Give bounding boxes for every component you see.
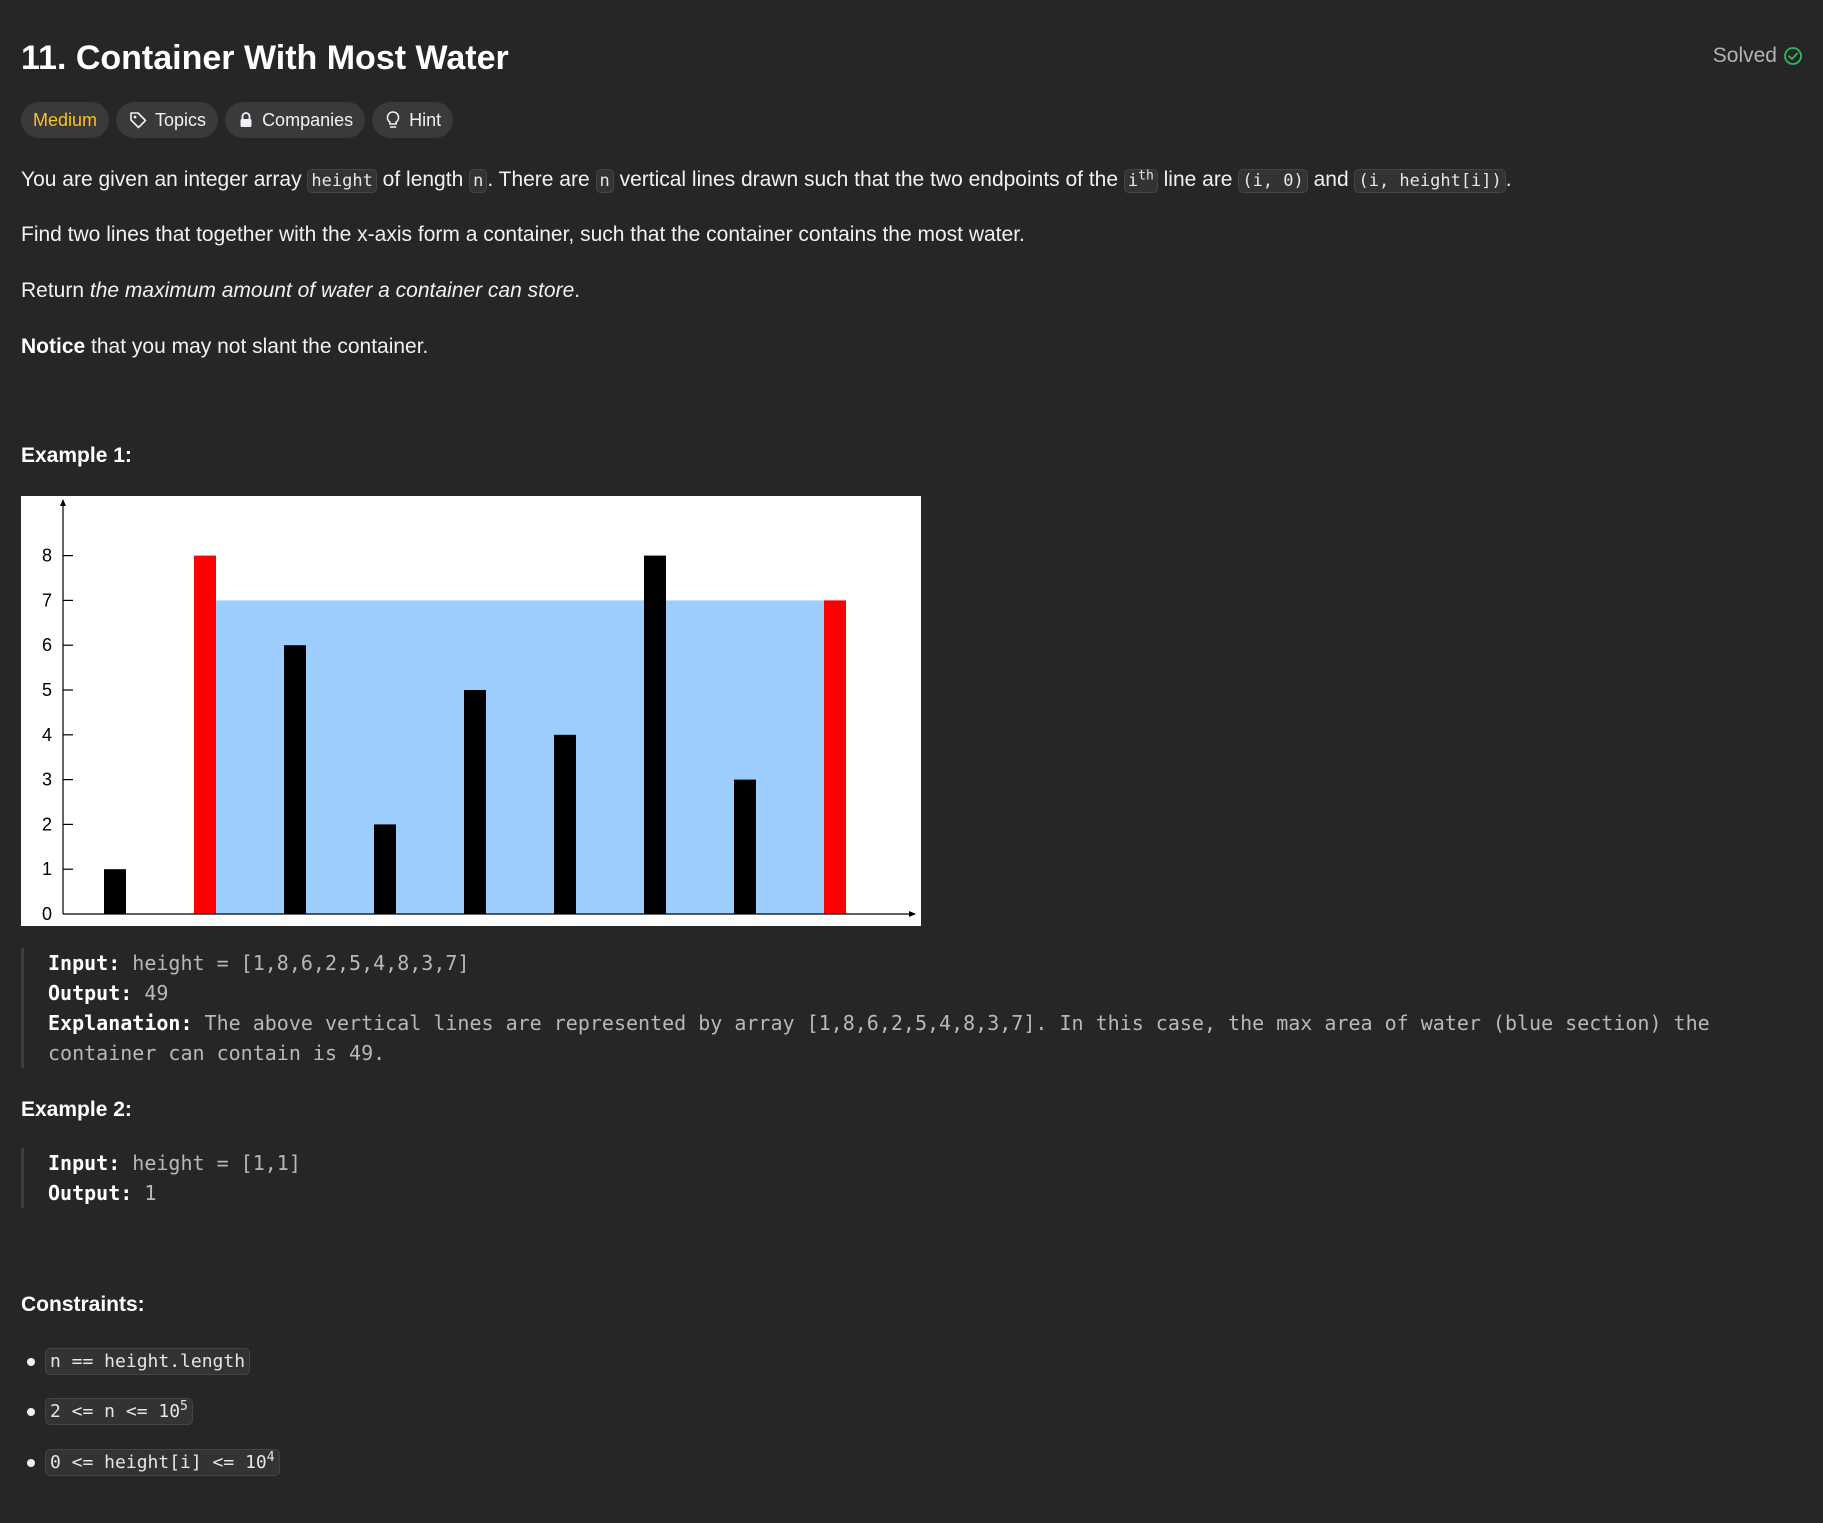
description-paragraph-4: Notice that you may not slant the contai… <box>21 332 428 362</box>
solved-status: Solved <box>1713 44 1803 68</box>
y-tick-label: 4 <box>42 725 52 745</box>
output-label: Output: <box>48 1181 133 1205</box>
difficulty-badge[interactable]: Medium <box>21 102 110 138</box>
lock-icon <box>237 111 255 129</box>
hint-label: Hint <box>409 109 442 130</box>
desc-text: vertical lines drawn such that the two e… <box>613 168 1124 191</box>
lightbulb-icon <box>384 110 402 130</box>
description-paragraph-2: Find two lines that together with the x-… <box>21 223 1025 246</box>
explanation-text: The above vertical lines are represented… <box>204 1011 1710 1035</box>
desc-text: Return <box>21 279 90 302</box>
constraint-code: n == height.length <box>45 1348 251 1375</box>
bold-text: Notice <box>21 335 86 358</box>
bar <box>374 824 396 914</box>
bar <box>554 734 576 914</box>
check-circle-icon <box>1783 46 1803 66</box>
bar <box>284 645 306 914</box>
example-2-input: Input: height = [1,1] <box>48 1148 301 1178</box>
bar <box>194 555 216 914</box>
tag-bar: Medium Topics Companies Hint <box>21 102 454 138</box>
input-label: Input: <box>48 1151 121 1175</box>
bar <box>824 600 846 914</box>
inline-code-text: i <box>1127 171 1139 191</box>
constraint-item: 2 <= n <= 105 <box>21 1398 193 1425</box>
y-tick-label: 0 <box>42 904 52 924</box>
title-row: 11. Container With Most Water Solved <box>21 34 1803 82</box>
constraints-heading: Constraints: <box>21 1293 145 1316</box>
emphasis-text: the maximum amount of water a container … <box>89 279 575 302</box>
container-water-chart: 0 1 2 3 4 5 6 7 8 <box>42 499 916 924</box>
superscript: 5 <box>180 1399 188 1414</box>
solved-label: Solved <box>1712 44 1777 67</box>
constraint-item: 0 <= height[i] <= 104 <box>21 1449 280 1476</box>
example-1-explanation: Explanation: The above vertical lines ar… <box>48 1008 1710 1038</box>
output-value: 49 <box>144 981 169 1005</box>
superscript: 4 <box>266 1450 275 1465</box>
example-2-heading: Example 2: <box>21 1098 132 1121</box>
inline-code: n <box>595 169 614 193</box>
constraint-code: 2 <= n <= 105 <box>45 1398 193 1425</box>
y-tick-label: 8 <box>42 546 52 566</box>
companies-button[interactable]: Companies <box>225 102 366 138</box>
desc-text: of length <box>376 168 470 191</box>
example-1-input: Input: height = [1,8,6,2,5,4,8,3,7] <box>48 948 1710 978</box>
bar <box>734 779 756 914</box>
difficulty-label: Medium <box>33 109 98 130</box>
bar <box>644 555 666 914</box>
y-tick-label: 2 <box>42 814 52 834</box>
bullet <box>27 1357 35 1366</box>
bullet <box>27 1407 35 1416</box>
y-axis-arrow <box>60 499 66 506</box>
example-1-heading: Example 1: <box>21 444 132 467</box>
example-1-output: Output: 49 <box>48 978 1710 1008</box>
constraint-text: 2 <= n <= 10 <box>50 1401 181 1422</box>
bar <box>464 690 486 914</box>
y-tick-label: 3 <box>42 770 52 790</box>
desc-text: . <box>574 279 581 302</box>
example-1-chart: 0 1 2 3 4 5 6 7 8 <box>21 496 921 926</box>
desc-text: You are given an integer array <box>21 168 308 191</box>
input-value: height = [1,1] <box>132 1151 301 1175</box>
example-2-output: Output: 1 <box>48 1178 301 1208</box>
input-value: height = [1,8,6,2,5,4,8,3,7] <box>132 951 470 975</box>
inline-code: ith <box>1123 168 1158 193</box>
y-tick-label: 1 <box>42 859 52 879</box>
desc-text: and <box>1307 168 1355 191</box>
inline-code: (i, height[i]) <box>1354 169 1506 193</box>
y-tick-label: 6 <box>42 635 52 655</box>
desc-text: . <box>1505 168 1512 191</box>
constraint-item: n == height.length <box>21 1348 251 1375</box>
example-2-block: Input: height = [1,1] Output: 1 <box>21 1148 301 1208</box>
desc-text: line are <box>1157 168 1239 191</box>
y-tick-label: 7 <box>42 590 52 610</box>
companies-label: Companies <box>262 109 354 130</box>
inline-code: (i, 0) <box>1238 169 1308 193</box>
x-axis-arrow <box>909 911 916 917</box>
bar <box>104 869 126 914</box>
bullet <box>27 1458 35 1467</box>
constraint-text: 0 <= height[i] <= 10 <box>50 1452 267 1473</box>
constraint-code: 0 <= height[i] <= 104 <box>45 1449 280 1476</box>
output-label: Output: <box>48 981 133 1005</box>
output-value: 1 <box>144 1181 157 1205</box>
description-paragraph-1: You are given an integer array height of… <box>21 165 1512 196</box>
water-area <box>216 600 824 914</box>
inline-code: height <box>307 169 377 193</box>
input-label: Input: <box>48 951 121 975</box>
desc-text: that you may not slant the container. <box>85 335 429 358</box>
tag-icon <box>128 110 148 130</box>
explanation-label: Explanation: <box>48 1011 193 1035</box>
superscript: th <box>1138 168 1154 184</box>
inline-code: n <box>469 169 488 193</box>
problem-title: 11. Container With Most Water <box>21 39 509 77</box>
y-tick-label: 5 <box>42 680 52 700</box>
constraint-text: n == height.length <box>50 1351 246 1372</box>
hint-button[interactable]: Hint <box>372 102 454 138</box>
example-1-block: Input: height = [1,8,6,2,5,4,8,3,7] Outp… <box>21 948 1710 1068</box>
desc-text: . There are <box>487 168 596 191</box>
topics-label: Topics <box>155 109 207 130</box>
description-paragraph-3: Return the maximum amount of water a con… <box>21 276 580 306</box>
example-1-explanation-cont: container can contain is 49. <box>48 1041 386 1065</box>
topics-button[interactable]: Topics <box>116 102 219 138</box>
